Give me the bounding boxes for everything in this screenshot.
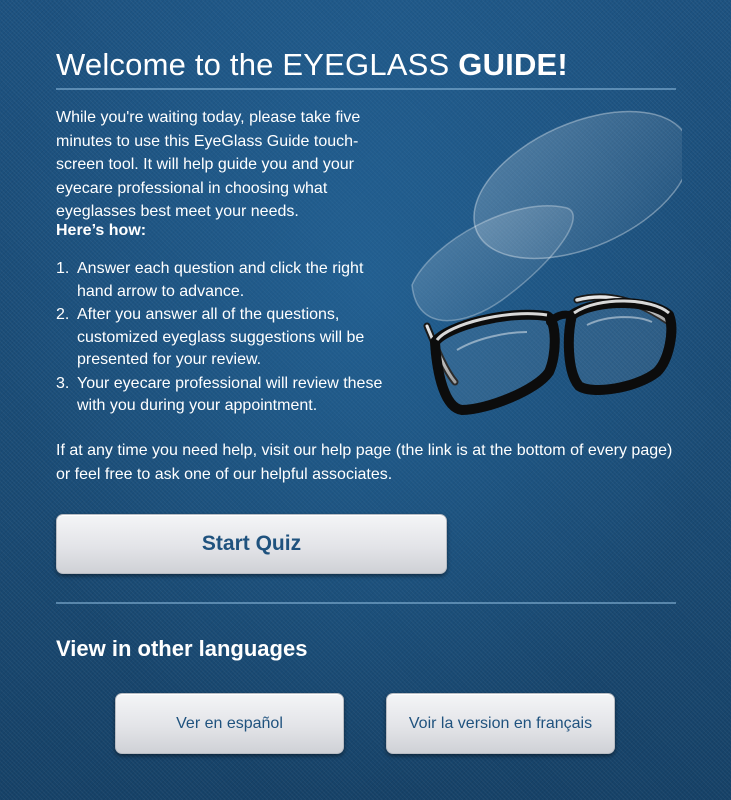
page-title: Welcome to the EYEGLASS GUIDE! (56, 47, 568, 83)
section-divider (56, 602, 676, 604)
step-number: 1. (56, 260, 70, 277)
step-text: Answer each question and click the right… (77, 260, 364, 300)
french-version-button[interactable]: Voir la version en français (386, 693, 615, 754)
page-title-bold: GUIDE! (458, 47, 568, 82)
page-title-prefix: Welcome to the EYEGLASS (56, 47, 459, 82)
step-number: 3. (56, 374, 70, 392)
eyeglasses-illustration-icon (411, 110, 682, 415)
howto-heading: Here’s how: (56, 222, 147, 239)
welcome-page: Welcome to the EYEGLASS GUIDE! While you… (56, 0, 682, 800)
languages-heading: View in other languages (56, 636, 308, 661)
intro-text: While you're waiting today, please take … (56, 109, 361, 220)
step-item: 2. After you answer all of the questions… (56, 304, 401, 372)
step-text: Your eyecare professional will review th… (77, 374, 383, 415)
title-divider (56, 88, 676, 90)
steps-list: 1. Answer each question and click the ri… (56, 258, 401, 419)
step-text: After you answer all of the questions, c… (77, 306, 365, 368)
step-item: 3. Your eyecare professional will review… (56, 373, 401, 418)
start-quiz-button[interactable]: Start Quiz (56, 514, 447, 574)
spanish-version-button[interactable]: Ver en español (115, 693, 344, 754)
step-item: 1. Answer each question and click the ri… (56, 258, 401, 303)
step-number: 2. (56, 306, 70, 323)
help-text: If at any time you need help, visit our … (56, 442, 673, 483)
